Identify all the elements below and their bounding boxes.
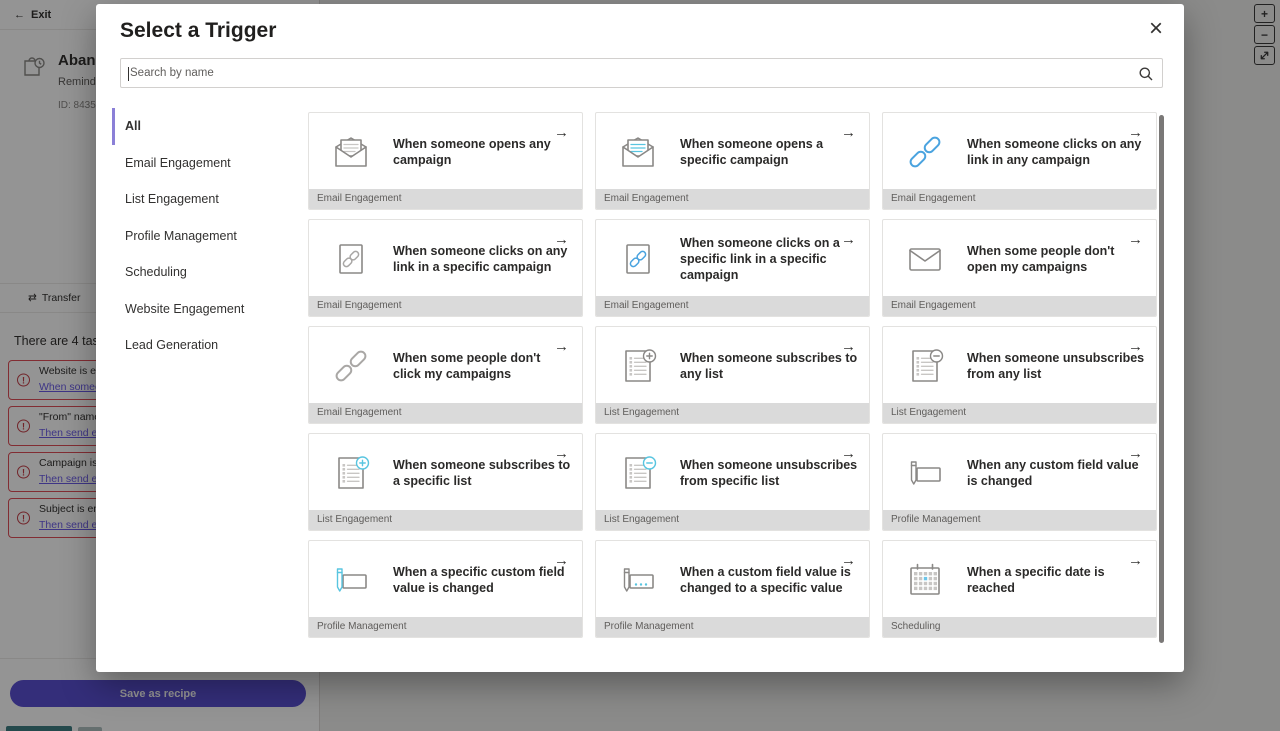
link-blue-icon: [903, 130, 947, 174]
list-minus-icon: [903, 344, 947, 388]
trigger-category-label: List Engagement: [883, 403, 1156, 423]
trigger-category-label: Profile Management: [309, 617, 582, 637]
trigger-card[interactable]: When a specific custom field value is ch…: [308, 540, 583, 638]
trigger-category-label: Email Engagement: [883, 296, 1156, 316]
field-pen-dots-icon: [616, 558, 660, 602]
list-plus-icon: [616, 344, 660, 388]
trigger-category-label: Email Engagement: [883, 189, 1156, 209]
trigger-category-label: Email Engagement: [596, 189, 869, 209]
arrow-right-icon: →: [1128, 338, 1143, 355]
arrow-right-icon: →: [841, 445, 856, 462]
trigger-category-label: Email Engagement: [309, 403, 582, 423]
trigger-card[interactable]: When someone unsubscribes from specific …: [595, 433, 870, 531]
trigger-category-label: List Engagement: [309, 510, 582, 530]
trigger-card[interactable]: When any custom field value is changed → P…: [882, 433, 1157, 531]
trigger-title: When a specific custom field value is ch…: [393, 565, 565, 595]
search-box: [120, 58, 1163, 88]
trigger-card[interactable]: When a specific date is reached → Scheduli…: [882, 540, 1157, 638]
arrow-right-icon: →: [841, 124, 856, 141]
page-link-gray-icon: [329, 237, 373, 281]
trigger-card[interactable]: When someone clicks on a specific link i…: [595, 219, 870, 317]
select-trigger-dialog: Select a Trigger × AllEmail EngagementLi…: [96, 4, 1184, 672]
trigger-title: When someone clicks on any link in any c…: [967, 137, 1142, 167]
trigger-title: When some people don't open my campaigns: [967, 244, 1115, 274]
trigger-title: When someone unsubscribes from specific …: [680, 458, 858, 488]
trigger-category-label: Email Engagement: [309, 189, 582, 209]
envelope-open-blue-icon: [616, 130, 660, 174]
arrow-right-icon: →: [554, 338, 569, 355]
category-item-list-engagement[interactable]: List Engagement: [112, 181, 296, 218]
category-item-scheduling[interactable]: Scheduling: [112, 254, 296, 291]
trigger-title: When someone unsubscribes from any list: [967, 351, 1145, 381]
dialog-title: Select a Trigger: [120, 19, 277, 42]
trigger-grid: When someone opens any campaign → Email En…: [308, 112, 1157, 638]
field-pen-blue-icon: [329, 558, 373, 602]
trigger-title: When someone subscribes to a specific li…: [393, 458, 571, 488]
category-item-email-engagement[interactable]: Email Engagement: [112, 145, 296, 182]
trigger-card[interactable]: When someone subscribes to any list → List…: [595, 326, 870, 424]
page-link-blue-icon: [616, 237, 660, 281]
list-minus-blue-icon: [616, 451, 660, 495]
envelope-closed-icon: [903, 237, 947, 281]
trigger-title: When someone opens a specific campaign: [680, 137, 824, 167]
trigger-card[interactable]: When a custom field value is changed to …: [595, 540, 870, 638]
trigger-title: When some people don't click my campaign…: [393, 351, 541, 381]
arrow-right-icon: →: [841, 231, 856, 248]
envelope-open-icon: [329, 130, 373, 174]
trigger-category-label: List Engagement: [596, 403, 869, 423]
category-item-profile-management[interactable]: Profile Management: [112, 218, 296, 255]
arrow-right-icon: →: [1128, 231, 1143, 248]
trigger-title: When someone clicks on a specific link i…: [680, 236, 840, 282]
arrow-right-icon: →: [1128, 552, 1143, 569]
arrow-right-icon: →: [1128, 124, 1143, 141]
trigger-category-label: Email Engagement: [309, 296, 582, 316]
trigger-card[interactable]: When some people don't click my campaign…: [308, 326, 583, 424]
close-icon[interactable]: ×: [1141, 14, 1171, 44]
trigger-title: When someone opens any campaign: [393, 137, 551, 167]
list-plus-blue-icon: [329, 451, 373, 495]
trigger-card[interactable]: When someone subscribes to a specific li…: [308, 433, 583, 531]
arrow-right-icon: →: [554, 124, 569, 141]
search-icon: [1138, 66, 1154, 82]
modal-scrollbar[interactable]: [1159, 115, 1164, 643]
trigger-card[interactable]: When someone clicks on any link in a spe…: [308, 219, 583, 317]
search-input[interactable]: [121, 59, 1162, 87]
link-gray-icon: [329, 344, 373, 388]
trigger-category-label: Profile Management: [883, 510, 1156, 530]
field-pen-icon: [903, 451, 947, 495]
category-nav: All Email Engagement List Engagement Profil…: [112, 108, 296, 364]
trigger-category-label: Scheduling: [883, 617, 1156, 637]
trigger-category-label: Profile Management: [596, 617, 869, 637]
trigger-category-label: Email Engagement: [596, 296, 869, 316]
trigger-card[interactable]: When someone opens a specific campaign → E…: [595, 112, 870, 210]
text-caret: [128, 67, 129, 81]
arrow-right-icon: →: [841, 338, 856, 355]
trigger-card[interactable]: When someone opens any campaign → Email En…: [308, 112, 583, 210]
trigger-title: When any custom field value is changed: [967, 458, 1139, 488]
trigger-title: When a specific date is reached: [967, 565, 1105, 595]
arrow-right-icon: →: [1128, 445, 1143, 462]
category-item-all[interactable]: All: [112, 108, 296, 145]
trigger-title: When someone subscribes to any list: [680, 351, 858, 381]
trigger-card[interactable]: When someone unsubscribes from any list →…: [882, 326, 1157, 424]
trigger-card[interactable]: When someone clicks on any link in any c…: [882, 112, 1157, 210]
category-item-lead-generation[interactable]: Lead Generation: [112, 327, 296, 364]
category-item-website-engagement[interactable]: Website Engagement: [112, 291, 296, 328]
arrow-right-icon: →: [554, 445, 569, 462]
trigger-card[interactable]: When some people don't open my campaigns…: [882, 219, 1157, 317]
arrow-right-icon: →: [554, 552, 569, 569]
trigger-category-label: List Engagement: [596, 510, 869, 530]
arrow-right-icon: →: [554, 231, 569, 248]
arrow-right-icon: →: [841, 552, 856, 569]
trigger-title: When someone clicks on any link in a spe…: [393, 244, 568, 274]
calendar-icon: [903, 558, 947, 602]
trigger-title: When a custom field value is changed to …: [680, 565, 851, 595]
